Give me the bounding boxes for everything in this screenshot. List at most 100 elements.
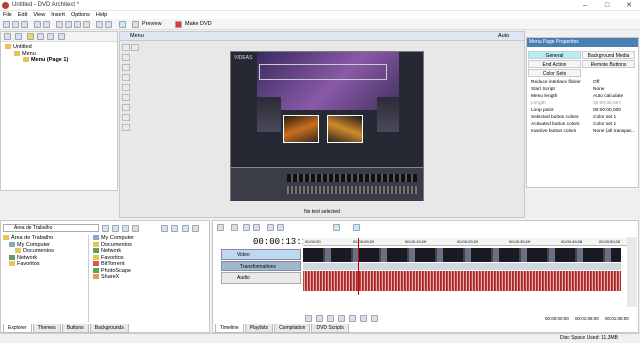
menu-button-thumbnail-2[interactable] — [327, 115, 363, 143]
zoom-icon[interactable] — [119, 21, 126, 28]
make-dvd-button[interactable]: Make DVD — [185, 21, 212, 28]
zoom-time-icon[interactable] — [353, 224, 360, 231]
folder-tree-item[interactable]: Favoritos — [3, 261, 88, 268]
timeline-settings-icon[interactable] — [217, 224, 224, 231]
menu-view[interactable]: View — [30, 11, 48, 19]
property-value[interactable]: Auto calculate — [593, 94, 623, 100]
up-icon[interactable] — [15, 33, 22, 40]
delete-item-icon[interactable] — [58, 33, 65, 40]
tab-remote-buttons[interactable]: Remote Buttons — [582, 60, 635, 68]
tab-compilation[interactable]: Compilation — [274, 324, 311, 333]
up-arrow-icon[interactable] — [37, 33, 44, 40]
views-icon[interactable] — [192, 225, 199, 232]
menu-button-thumbnail-1[interactable] — [283, 115, 319, 143]
audio-track-header[interactable]: Audio — [221, 272, 301, 284]
previous-frame-icon[interactable] — [360, 315, 367, 322]
redo-icon[interactable] — [105, 21, 112, 28]
tab-themes[interactable]: Themes — [32, 324, 61, 333]
align-bottom-icon[interactable] — [122, 94, 130, 101]
playhead[interactable] — [358, 238, 359, 295]
vertical-scrollbar[interactable] — [627, 237, 637, 307]
video-track-header[interactable]: Video — [221, 249, 301, 260]
title-box[interactable] — [259, 64, 387, 80]
timeline-cut-icon[interactable] — [243, 224, 250, 231]
tab-explorer[interactable]: Explorer — [3, 324, 32, 333]
tab-playlists[interactable]: Playlists — [244, 324, 274, 333]
copy-icon[interactable] — [65, 21, 72, 28]
menu-insert[interactable]: Insert — [48, 11, 68, 19]
snap-icon[interactable] — [333, 224, 340, 231]
tab-background-media[interactable]: Background Media — [582, 51, 635, 59]
location-dropdown[interactable]: Área de Trabalho — [3, 224, 99, 232]
delete-icon[interactable] — [83, 21, 90, 28]
video-clip-thumbnails[interactable] — [303, 248, 621, 262]
undo-icon[interactable] — [96, 21, 103, 28]
menu-options[interactable]: Options — [68, 11, 93, 19]
property-value[interactable]: None (all transpar... — [593, 129, 635, 135]
distribute-icon[interactable] — [122, 104, 130, 111]
order-icon[interactable] — [122, 124, 130, 131]
render-icon[interactable] — [34, 21, 41, 28]
menu-edit[interactable]: Edit — [15, 11, 30, 19]
text-tool-icon[interactable] — [131, 44, 139, 51]
property-value[interactable]: 00:00:00,000 — [593, 108, 621, 114]
stop-preview-icon[interactable] — [171, 225, 178, 232]
new-folder-icon[interactable] — [27, 33, 34, 40]
timeline-undo-icon[interactable] — [267, 224, 274, 231]
arrow-tool-icon[interactable] — [122, 44, 130, 51]
refresh-icon[interactable] — [112, 225, 119, 232]
cut-icon[interactable] — [56, 21, 63, 28]
explorer-delete-icon[interactable] — [122, 225, 129, 232]
next-frame-icon[interactable] — [371, 315, 378, 322]
menu-file[interactable]: File — [0, 11, 15, 19]
tab-backgrounds[interactable]: Backgrounds — [89, 324, 129, 333]
align-left-icon[interactable] — [122, 54, 130, 61]
make-dvd-icon[interactable] — [175, 21, 182, 28]
property-value[interactable]: Color set 1 — [593, 122, 616, 128]
save-icon[interactable] — [21, 21, 28, 28]
align-center-icon[interactable] — [122, 64, 130, 71]
menu-canvas[interactable]: VIDEAS — [230, 51, 424, 201]
timeline-add-icon[interactable] — [231, 224, 238, 231]
property-value[interactable]: Off — [593, 80, 599, 86]
menu-help[interactable]: Help — [93, 11, 110, 19]
zoom-select[interactable]: Auto — [498, 33, 509, 39]
list-item[interactable]: ShareX — [93, 274, 207, 281]
align-right-icon[interactable] — [122, 74, 130, 81]
close-button[interactable]: ✕ — [618, 0, 640, 11]
auto-preview-icon[interactable] — [182, 225, 189, 232]
tab-color-sets[interactable]: Color Sets — [528, 69, 581, 77]
new-icon[interactable] — [3, 21, 10, 28]
timeline-redo-icon[interactable] — [277, 224, 284, 231]
play-icon[interactable] — [327, 315, 334, 322]
transitions-track-header[interactable]: Transformations — [221, 261, 301, 271]
start-preview-icon[interactable] — [161, 225, 168, 232]
tab-end-action[interactable]: End Action — [528, 60, 581, 68]
preview-icon[interactable] — [132, 21, 139, 28]
down-arrow-icon[interactable] — [47, 33, 54, 40]
minimize-button[interactable]: – — [574, 0, 596, 11]
time-ruler[interactable]: 00:00:00 00:00:09;29 00:00:19;29 00:00:2… — [303, 238, 627, 246]
record-icon[interactable] — [305, 315, 312, 322]
maximize-button[interactable]: □ — [596, 0, 618, 11]
property-value[interactable]: 00:00:05,067 — [593, 101, 621, 107]
property-value[interactable]: Color set 1 — [593, 115, 616, 121]
tab-timeline[interactable]: Timeline — [215, 324, 244, 333]
tab-dvd-scripts[interactable]: DVD Scripts — [311, 324, 349, 333]
tab-general[interactable]: General — [528, 51, 581, 59]
audio-waveform[interactable] — [303, 271, 621, 291]
property-value[interactable]: None — [593, 87, 604, 93]
settings-icon[interactable] — [4, 33, 11, 40]
properties-icon[interactable] — [43, 21, 50, 28]
size-icon[interactable] — [122, 114, 130, 121]
explorer-add-icon[interactable] — [132, 225, 139, 232]
stop-icon[interactable] — [349, 315, 356, 322]
open-icon[interactable] — [12, 21, 19, 28]
tab-buttons[interactable]: Buttons — [61, 324, 89, 333]
up-folder-icon[interactable] — [102, 225, 109, 232]
tree-menu-page[interactable]: Menu (Page 1) — [5, 57, 113, 64]
paste-icon[interactable] — [74, 21, 81, 28]
timeline-copy-icon[interactable] — [253, 224, 260, 231]
play-from-start-icon[interactable] — [316, 315, 323, 322]
align-top-icon[interactable] — [122, 84, 130, 91]
